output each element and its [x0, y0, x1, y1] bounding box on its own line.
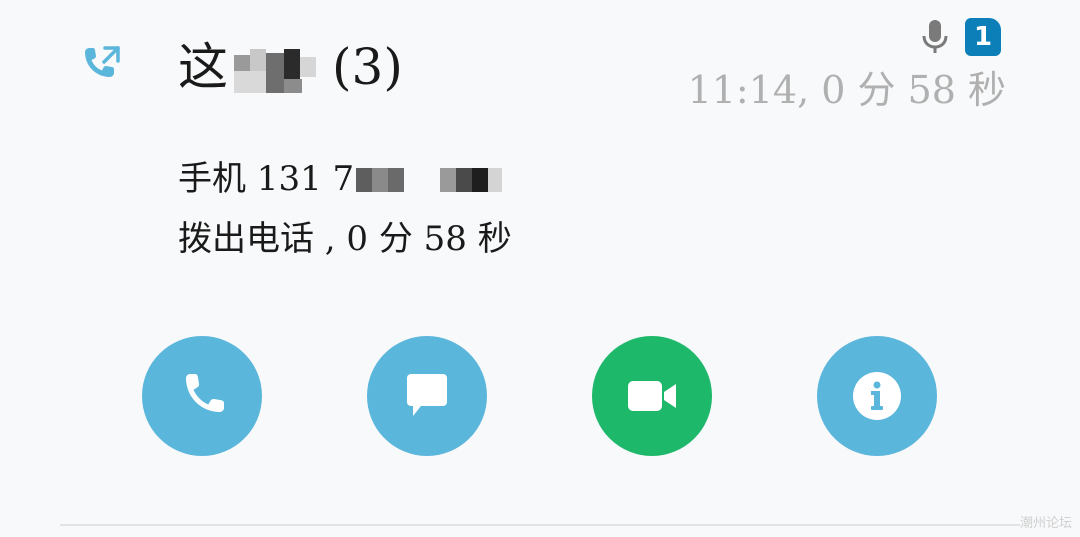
pixelated-name-mask [234, 49, 316, 93]
forum-watermark: 潮州论坛 [1020, 512, 1072, 531]
contact-count: (3) [332, 38, 403, 96]
phone-number: 手机 131 7 [178, 154, 532, 204]
watermark-text: 潮州论坛 [1019, 516, 1072, 531]
microphone-icon [922, 20, 948, 53]
contact-name: 这 (3) [178, 34, 403, 100]
phone-icon [186, 374, 224, 412]
pixelated-number-mask [356, 168, 503, 192]
outgoing-call-icon [85, 46, 120, 77]
info-icon [853, 372, 901, 420]
message-button[interactable] [367, 336, 487, 456]
bottom-divider [60, 524, 1020, 526]
video-call-button[interactable] [592, 336, 712, 456]
message-bubble-icon [407, 374, 447, 416]
sim-1-badge: 1 [965, 18, 1001, 56]
call-button[interactable] [142, 336, 262, 456]
contact-name-prefix: 这 [178, 38, 228, 96]
call-detail: 拨出电话 , 0 分 58 秒 [178, 219, 512, 259]
call-log-notification: 这 (3) 1 11:14, 0 分 58 秒 手机 131 7 拨出电话 , … [0, 0, 1080, 537]
phone-number-prefix: 手机 131 7 [178, 159, 355, 199]
info-button[interactable] [817, 336, 937, 456]
call-timestamp: 11:14, 0 分 58 秒 [687, 68, 1006, 112]
video-camera-icon [628, 381, 676, 411]
